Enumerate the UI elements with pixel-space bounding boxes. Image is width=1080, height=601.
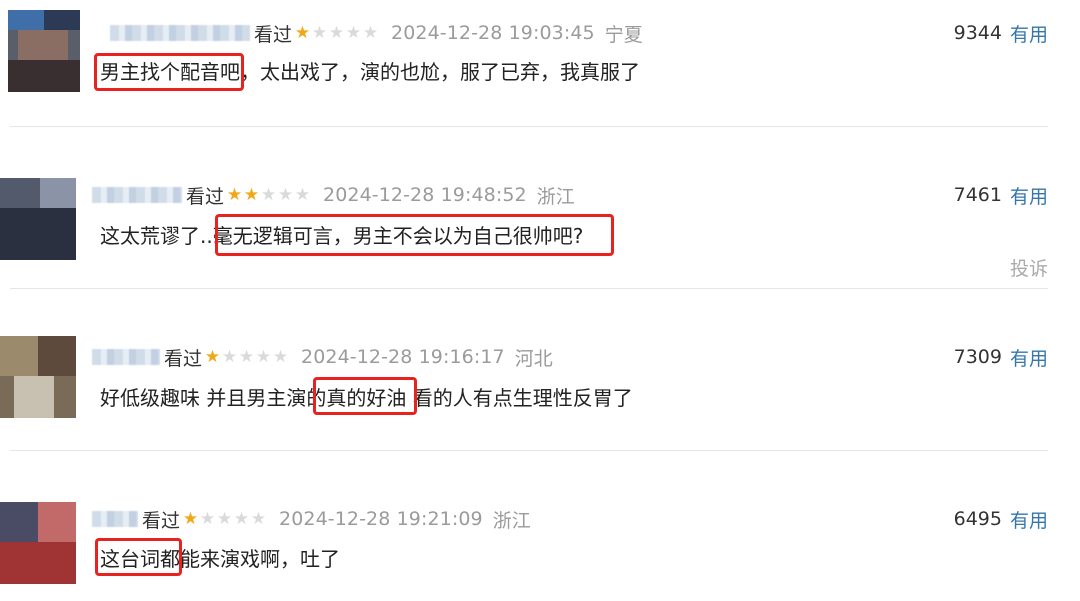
comment-location: 浙江 <box>536 185 575 208</box>
star-icon: ★ <box>243 184 260 205</box>
vote-area: 6495 有用 <box>954 506 1048 532</box>
comment-location: 河北 <box>514 347 553 370</box>
rating-stars: ★ ★ ★ ★ ★ <box>204 346 289 367</box>
useful-link[interactable]: 有用 <box>1010 344 1048 371</box>
comment-location: 浙江 <box>492 509 531 532</box>
star-icon: ★ <box>345 22 362 43</box>
star-icon: ★ <box>260 184 277 205</box>
star-icon: ★ <box>238 346 255 367</box>
rating-stars: ★ ★ ★ ★ ★ <box>294 22 379 43</box>
username-blurred[interactable] <box>92 349 160 365</box>
comment-text-rest: 能来演戏啊，吐了 <box>180 547 340 571</box>
avatar[interactable] <box>8 10 80 92</box>
useful-link[interactable]: 有用 <box>1010 20 1048 47</box>
star-icon: ★ <box>199 508 216 529</box>
star-icon: ★ <box>221 346 238 367</box>
avatar[interactable] <box>0 502 76 584</box>
star-icon: ★ <box>182 508 199 529</box>
comment-meta: 看过 ★ ★ ★ ★ ★ 2024-12-28 19:21:09 浙江 <box>92 506 531 532</box>
star-icon: ★ <box>277 184 294 205</box>
star-icon: ★ <box>250 508 267 529</box>
vote-area: 7461 有用 <box>954 182 1048 208</box>
star-icon: ★ <box>272 346 289 367</box>
highlight-box <box>95 538 182 576</box>
comment-text-rest: ，太出戏了，演的也尬，服了已弃，我真服了 <box>240 60 640 84</box>
comment-time: 2024-12-28 19:21:09 <box>279 508 483 530</box>
rating-stars: ★ ★ ★ ★ ★ <box>226 184 311 205</box>
report-link[interactable]: 投诉 <box>1010 254 1048 281</box>
vote-area: 7309 有用 <box>954 344 1048 370</box>
divider <box>10 288 1048 289</box>
highlight-box <box>94 53 244 91</box>
username-blurred[interactable] <box>92 187 182 203</box>
comment-location: 宁夏 <box>604 23 643 46</box>
star-icon: ★ <box>294 22 311 43</box>
comment-time: 2024-12-28 19:48:52 <box>323 184 527 206</box>
highlight-box <box>215 214 614 256</box>
watched-label: 看过 <box>186 185 225 208</box>
star-icon: ★ <box>311 22 328 43</box>
avatar[interactable] <box>0 336 76 418</box>
star-icon: ★ <box>226 184 243 205</box>
divider <box>10 126 1048 127</box>
useful-link[interactable]: 有用 <box>1010 506 1048 533</box>
comment-time: 2024-12-28 19:03:45 <box>391 22 595 44</box>
vote-area: 9344 有用 <box>954 20 1048 46</box>
star-icon: ★ <box>255 346 272 367</box>
star-icon: ★ <box>362 22 379 43</box>
star-icon: ★ <box>294 184 311 205</box>
star-icon: ★ <box>233 508 250 529</box>
useful-link[interactable]: 有用 <box>1010 182 1048 209</box>
rating-stars: ★ ★ ★ ★ ★ <box>182 508 267 529</box>
divider <box>10 450 1048 451</box>
watched-label: 看过 <box>254 23 293 46</box>
star-icon: ★ <box>204 346 221 367</box>
vote-count: 7309 <box>953 346 1002 368</box>
vote-count: 6495 <box>953 508 1002 530</box>
watched-label: 看过 <box>142 509 181 532</box>
comment-meta: 看过 ★ ★ ★ ★ ★ 2024-12-28 19:48:52 浙江 <box>92 182 575 208</box>
username-blurred[interactable] <box>110 25 250 41</box>
star-icon: ★ <box>216 508 233 529</box>
username-blurred[interactable] <box>92 511 138 527</box>
star-icon: ★ <box>328 22 345 43</box>
vote-count: 9344 <box>953 22 1002 44</box>
comment-time: 2024-12-28 19:16:17 <box>301 346 505 368</box>
comment-text-prefix: 这太荒谬了.. <box>100 224 213 248</box>
watched-label: 看过 <box>164 347 203 370</box>
comment-meta: 看过 ★ ★ ★ ★ ★ 2024-12-28 19:03:45 宁夏 <box>110 20 643 46</box>
avatar[interactable] <box>0 178 76 260</box>
highlight-box <box>313 377 417 415</box>
vote-count: 7461 <box>953 184 1002 206</box>
comment-meta: 看过 ★ ★ ★ ★ ★ 2024-12-28 19:16:17 河北 <box>92 344 553 370</box>
